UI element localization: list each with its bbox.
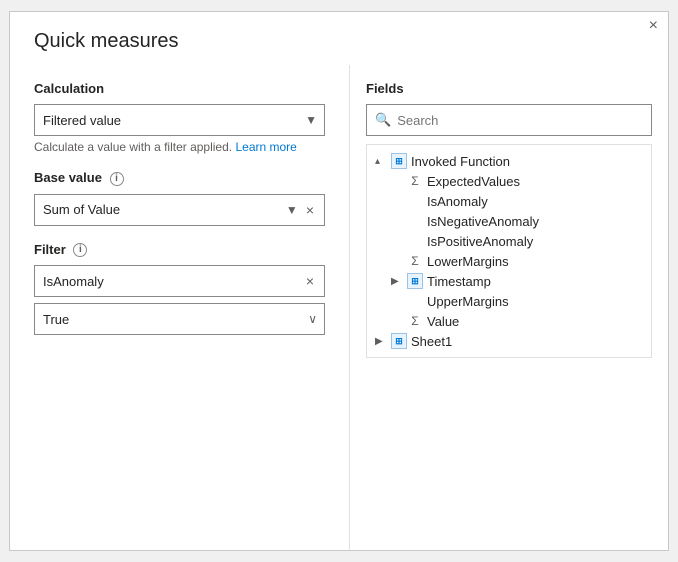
filter-input-wrapper: ×	[34, 265, 325, 297]
fields-label: Fields	[366, 81, 652, 96]
table-icon: ⊞	[391, 333, 407, 349]
search-box: 🔍	[366, 104, 652, 136]
tree-item-isnegativeanomaly[interactable]: IsNegativeAnomaly	[367, 211, 651, 231]
tree-label: IsAnomaly	[427, 194, 488, 209]
tree-item-timestamp[interactable]: ▶ ⊞ Timestamp	[367, 271, 651, 291]
base-value-label: Base value i	[34, 170, 325, 186]
tree-label: IsNegativeAnomaly	[427, 214, 539, 229]
calculation-description: Calculate a value with a filter applied.…	[34, 140, 325, 154]
spacer-icon	[407, 293, 423, 309]
filter-label: Filter i	[34, 242, 325, 258]
dialog-title: Quick measures	[10, 12, 668, 65]
search-input[interactable]	[397, 113, 643, 128]
table-icon: ⊞	[391, 153, 407, 169]
learn-more-link[interactable]: Learn more	[235, 140, 296, 154]
filter-input[interactable]	[43, 274, 304, 289]
tree-item-uppermargins[interactable]: UpperMargins	[367, 291, 651, 311]
tree-item-expectedvalues[interactable]: Σ ExpectedValues	[367, 171, 651, 191]
expand-icon: ▶	[375, 336, 387, 347]
sigma-icon: Σ	[407, 173, 423, 189]
base-value-wrapper: Sum of Value ▼ ×	[34, 194, 325, 226]
quick-measures-dialog: × Quick measures Calculation Filtered va…	[9, 11, 669, 551]
collapse-icon: ▴	[375, 156, 387, 167]
tree-item-isanomaly[interactable]: IsAnomaly	[367, 191, 651, 211]
tree-item-lowermargins[interactable]: Σ LowerMargins	[367, 251, 651, 271]
filter-value-wrapper: True ∨	[34, 303, 325, 335]
table-icon: ⊞	[407, 273, 423, 289]
right-panel: Fields 🔍 ▴ ⊞ Invoked Function Σ Expected…	[350, 65, 668, 550]
dialog-body: Calculation Filtered value ▼ Calculate a…	[10, 65, 668, 550]
tree-label: Value	[427, 314, 459, 329]
base-value-dropdown-button[interactable]: ▼	[284, 204, 300, 216]
tree-label: UpperMargins	[427, 294, 509, 309]
filter-value-select[interactable]: True	[34, 303, 325, 335]
tree-label: Timestamp	[427, 274, 491, 289]
tree-label: IsPositiveAnomaly	[427, 234, 533, 249]
spacer-icon	[407, 213, 423, 229]
expand-icon: ▶	[391, 276, 403, 287]
tree-label: LowerMargins	[427, 254, 509, 269]
base-value-clear-button[interactable]: ×	[304, 203, 316, 217]
calculation-dropdown-wrapper: Filtered value ▼	[34, 104, 325, 136]
tree-item-ispositiveanomaly[interactable]: IsPositiveAnomaly	[367, 231, 651, 251]
search-icon: 🔍	[375, 112, 391, 128]
filter-clear-button[interactable]: ×	[304, 274, 316, 288]
calculation-label: Calculation	[34, 81, 325, 96]
tree-label: Invoked Function	[411, 154, 510, 169]
close-button[interactable]: ×	[649, 18, 658, 34]
tree-label: ExpectedValues	[427, 174, 520, 189]
base-value-info-icon[interactable]: i	[110, 172, 124, 186]
fields-tree: ▴ ⊞ Invoked Function Σ ExpectedValues Is…	[366, 144, 652, 358]
spacer-icon	[407, 193, 423, 209]
sigma-icon: Σ	[407, 253, 423, 269]
filter-info-icon[interactable]: i	[73, 243, 87, 257]
tree-item-sheet1[interactable]: ▶ ⊞ Sheet1	[367, 331, 651, 351]
tree-item-invoked-function[interactable]: ▴ ⊞ Invoked Function	[367, 151, 651, 171]
left-panel: Calculation Filtered value ▼ Calculate a…	[10, 65, 350, 550]
tree-label: Sheet1	[411, 334, 452, 349]
spacer-icon	[407, 233, 423, 249]
tree-item-value[interactable]: Σ Value	[367, 311, 651, 331]
calculation-dropdown[interactable]: Filtered value	[34, 104, 325, 136]
sigma-icon: Σ	[407, 313, 423, 329]
base-value-text: Sum of Value	[43, 202, 280, 217]
